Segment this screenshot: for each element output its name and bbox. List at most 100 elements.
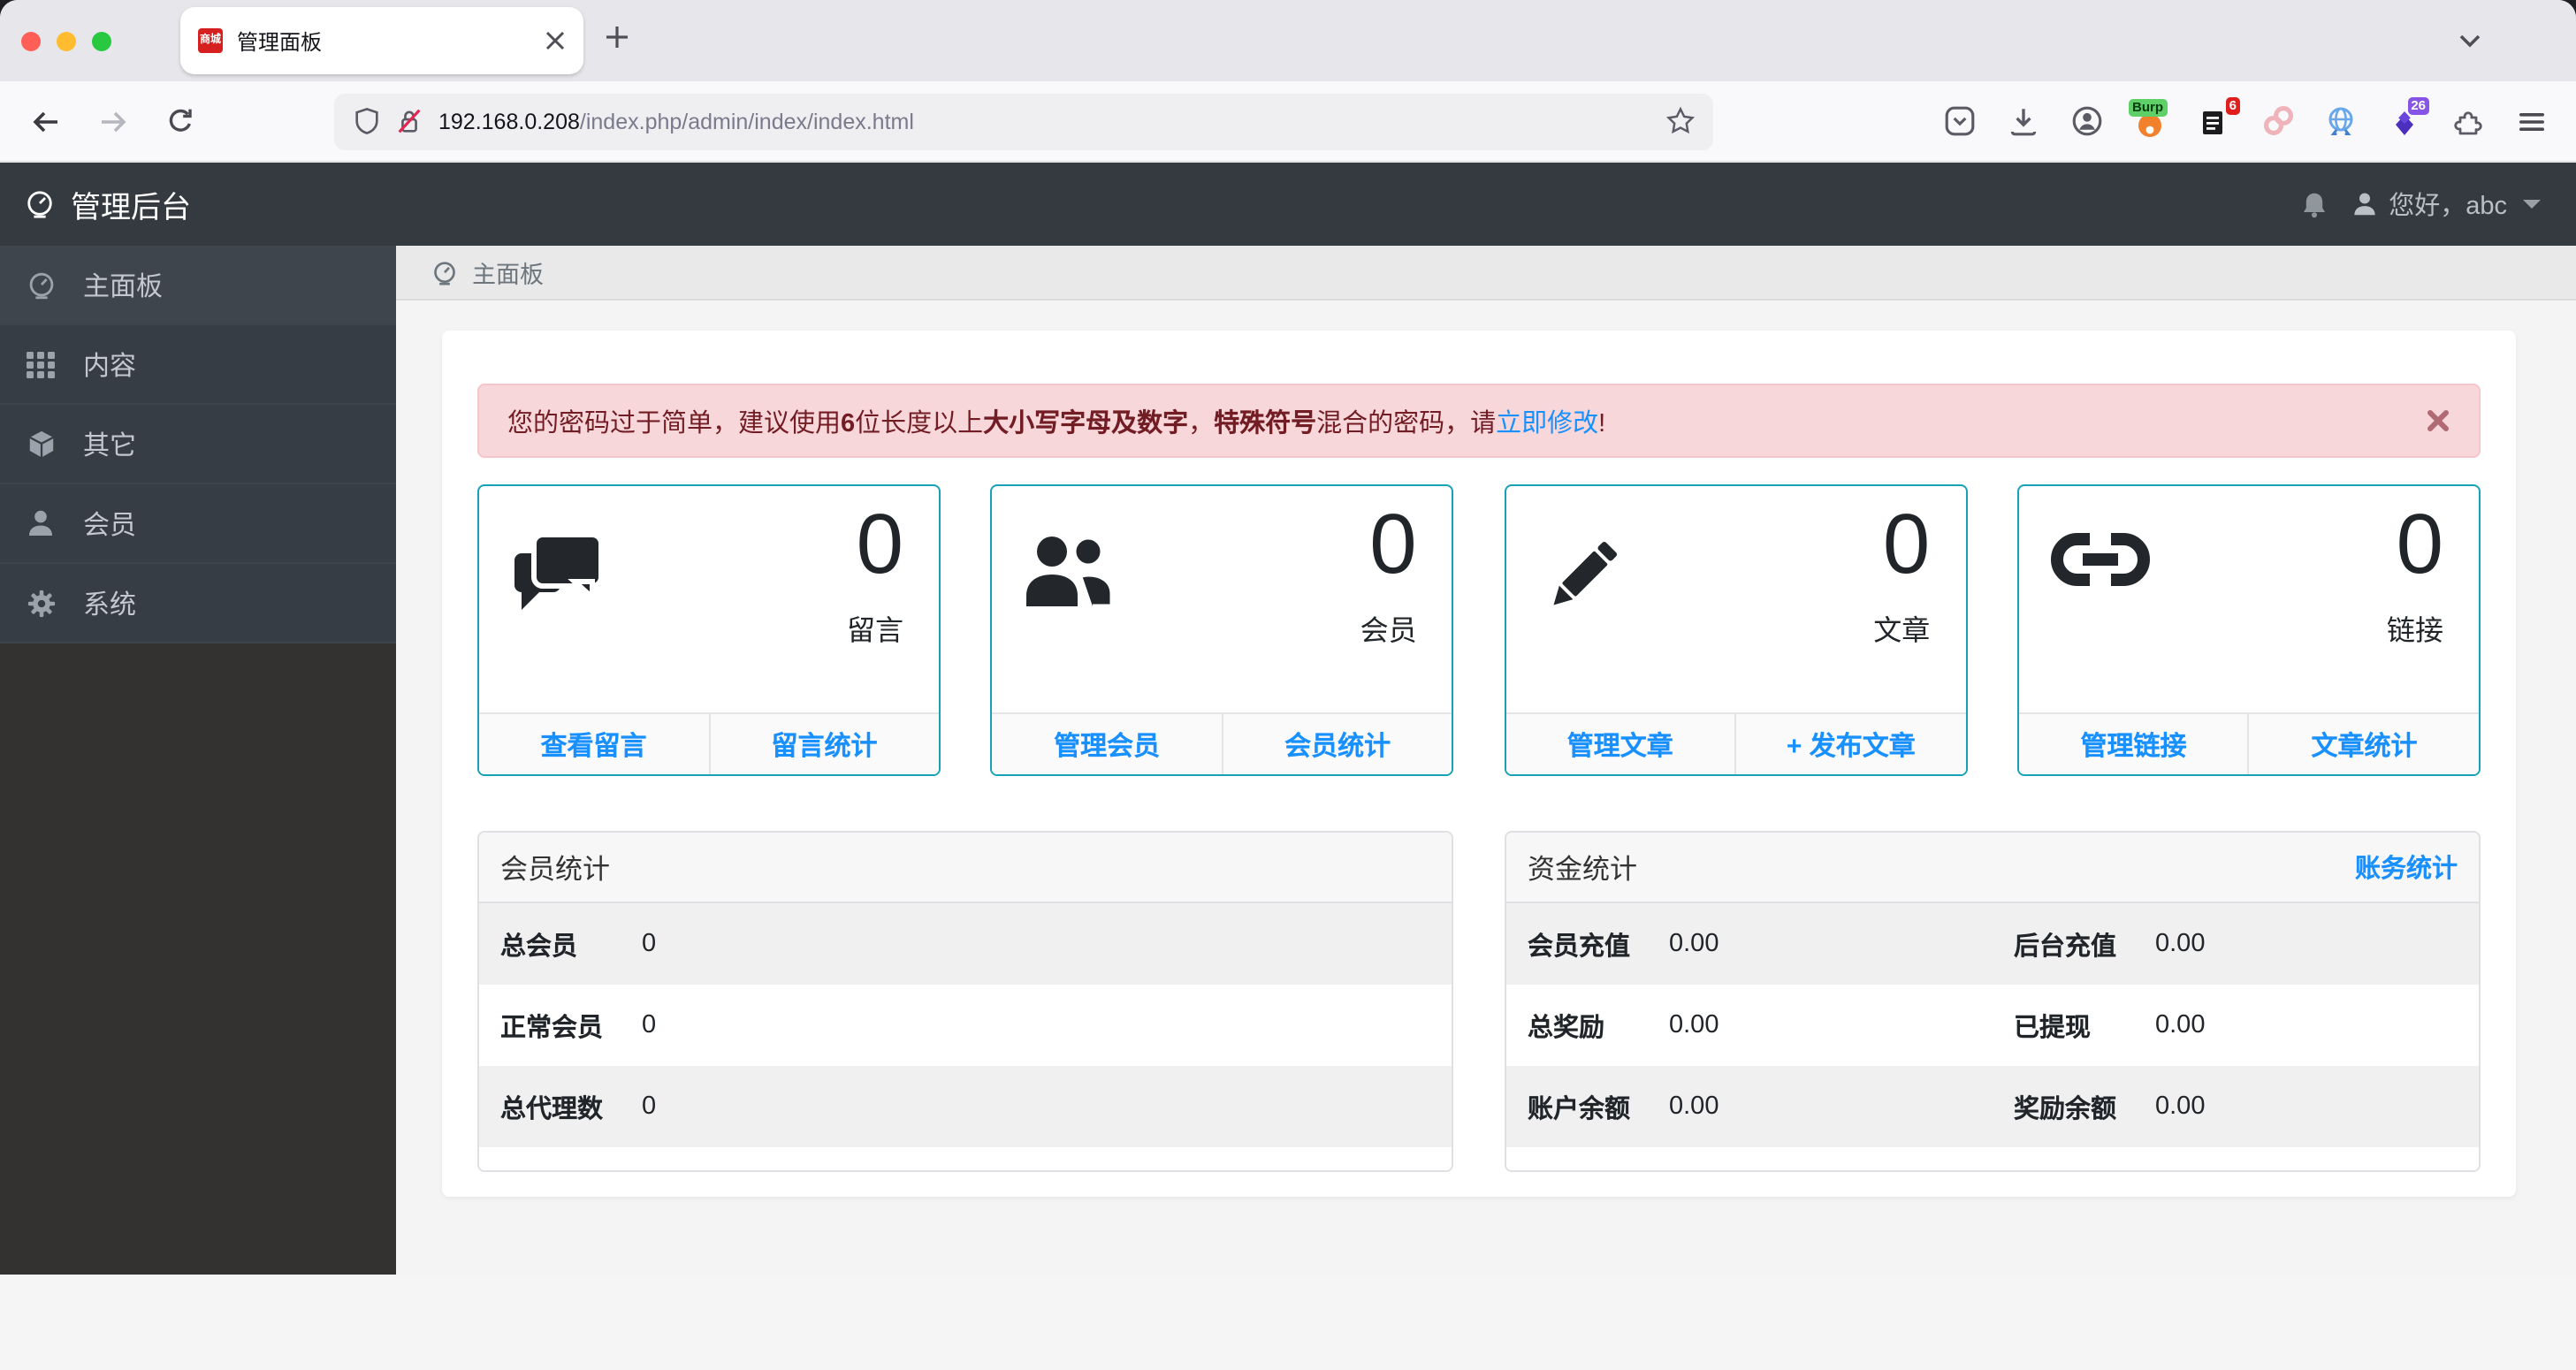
row-label: 总会员 xyxy=(500,932,577,961)
table-row: 总代理数 0 xyxy=(479,1066,1452,1147)
sidebar-item-label: 主面板 xyxy=(83,271,164,301)
row-value: 0.00 xyxy=(2155,1092,2206,1121)
insecure-lock-icon[interactable] xyxy=(394,106,424,136)
panel-header: 会员统计 xyxy=(479,833,1452,903)
comments-icon xyxy=(511,532,606,613)
row-label: 会员充值 xyxy=(1528,932,1630,961)
foxyproxy-burp-icon[interactable]: Burp xyxy=(2127,98,2173,141)
row-label: 后台充值 xyxy=(2014,932,2116,961)
stats-panels-row: 会员统计 总会员 0 正常会员 0 总代理数 0 资金统计 账务统计 会员充值 … xyxy=(477,831,2481,1172)
panel-title: 会员统计 xyxy=(500,855,611,885)
sidebar-item-label: 系统 xyxy=(83,590,137,620)
stat-value: 0 xyxy=(1369,499,1417,592)
user-icon xyxy=(25,509,57,537)
row-value: 0 xyxy=(642,1011,657,1039)
tachometer-icon xyxy=(431,259,458,285)
burp-extension-label: Burp xyxy=(2129,98,2167,116)
new-tab-button[interactable] xyxy=(601,21,633,53)
breadcrumb-label: 主面板 xyxy=(472,262,544,288)
sidebar-item-members[interactable]: 会员 xyxy=(0,484,396,564)
panel-filler xyxy=(479,1147,1452,1170)
stat-card-footer: 管理链接 文章统计 xyxy=(2018,712,2479,774)
sidebar-item-other[interactable]: 其它 xyxy=(0,405,396,484)
publish-article-link[interactable]: + 发布文章 xyxy=(1734,714,1965,774)
tab-close-icon[interactable] xyxy=(545,30,566,51)
stat-cards-row: 0 留言 查看留言 留言统计 0 会员 管理会员 会员统计 0 文章 管理文章 … xyxy=(477,484,2481,776)
member-stats-link[interactable]: 会员统计 xyxy=(1221,714,1452,774)
extensions-puzzle-icon[interactable] xyxy=(2445,102,2491,141)
table-row: 总会员 0 xyxy=(479,903,1452,985)
change-password-link[interactable]: 立即修改 xyxy=(1496,409,1598,438)
row-value: 0 xyxy=(642,930,657,958)
table-row: 总奖励 0.00 已提现 0.00 xyxy=(1506,985,2479,1066)
extension-doc-icon[interactable]: 6 xyxy=(2191,96,2240,141)
url-path: /index.php/admin/index/index.html xyxy=(579,109,914,133)
grid-icon xyxy=(25,350,57,378)
sidebar-item-label: 内容 xyxy=(83,351,137,381)
bell-icon[interactable] xyxy=(2300,190,2328,218)
manage-links-link[interactable]: 管理链接 xyxy=(2019,714,2248,774)
stat-card-footer: 管理会员 会员统计 xyxy=(992,712,1452,774)
sidebar-item-label: 会员 xyxy=(83,510,137,540)
tracking-shield-icon[interactable] xyxy=(352,106,382,136)
url-bar[interactable]: 192.168.0.208/index.php/admin/index/inde… xyxy=(334,93,1713,149)
brand[interactable]: 管理后台 xyxy=(25,182,191,226)
tab-list-chevron-icon[interactable] xyxy=(2454,25,2486,57)
sidebar-item-system[interactable]: 系统 xyxy=(0,564,396,643)
stat-label: 链接 xyxy=(2386,617,2443,647)
finance-stats-link[interactable]: 账务统计 xyxy=(2355,849,2458,886)
close-window-button[interactable] xyxy=(21,31,41,50)
article-stats-link[interactable]: 文章统计 xyxy=(2247,714,2479,774)
pocket-icon[interactable] xyxy=(1936,102,1982,141)
message-stats-link[interactable]: 留言统计 xyxy=(708,714,939,774)
downloads-icon[interactable] xyxy=(2000,102,2046,141)
row-label: 总代理数 xyxy=(500,1095,603,1123)
manage-members-link[interactable]: 管理会员 xyxy=(993,714,1222,774)
back-button[interactable] xyxy=(25,100,67,142)
cube-icon xyxy=(25,429,57,459)
row-value: 0.00 xyxy=(1669,930,1719,958)
navbar-right: 您好，abc xyxy=(2300,186,2551,223)
row-value: 0.00 xyxy=(1669,1011,1719,1039)
users-icon xyxy=(1025,532,1120,610)
sidebar-item-dashboard[interactable]: 主面板 xyxy=(0,246,396,325)
wappalyzer-gem-icon[interactable]: 26 xyxy=(2382,96,2429,141)
sidebar-item-label: 其它 xyxy=(83,430,137,460)
sidebar-item-content[interactable]: 内容 xyxy=(0,325,396,405)
bookmark-star-icon[interactable] xyxy=(1665,106,1696,136)
browser-window: 商城 管理面板 192.168.0.208/index.php/admin/in… xyxy=(0,0,2576,1370)
row-label: 总奖励 xyxy=(1528,1014,1604,1042)
link-icon xyxy=(2051,532,2150,589)
stat-card-links: 0 链接 管理链接 文章统计 xyxy=(2016,484,2481,776)
user-menu[interactable]: 您好，abc xyxy=(2351,186,2541,223)
proxy-globe-icon[interactable] xyxy=(2318,102,2364,141)
table-row: 账户余额 0.00 奖励余额 0.00 xyxy=(1506,1066,2479,1147)
menu-hamburger-icon[interactable] xyxy=(2509,102,2555,141)
stat-card-body: 0 链接 xyxy=(2019,486,2479,712)
manage-articles-link[interactable]: 管理文章 xyxy=(1505,714,1734,774)
extension-purple-badge: 26 xyxy=(2407,96,2429,114)
stat-card-messages: 0 留言 查看留言 留言统计 xyxy=(477,484,941,776)
admin-navbar: 管理后台 您好，abc xyxy=(0,163,2576,246)
fund-stats-panel: 资金统计 账务统计 会员充值 0.00 后台充值 0.00 总奖励 0.00 已提现 0… xyxy=(1505,831,2481,1172)
cookie-rings-icon[interactable] xyxy=(2254,102,2300,141)
browser-tab[interactable]: 商城 管理面板 xyxy=(180,7,583,74)
toolbar-extensions: Burp 6 26 xyxy=(1936,96,2555,141)
sidebar-filler xyxy=(0,643,396,1275)
forward-button[interactable] xyxy=(92,100,134,142)
row-value: 0.00 xyxy=(2155,930,2206,958)
stat-label: 留言 xyxy=(846,617,903,647)
member-stats-panel: 会员统计 总会员 0 正常会员 0 总代理数 0 xyxy=(477,831,1453,1172)
sidebar: 主面板 内容 其它 会员 系统 xyxy=(0,246,396,1275)
maximize-window-button[interactable] xyxy=(92,31,111,50)
account-icon[interactable] xyxy=(2063,102,2109,141)
reload-button[interactable] xyxy=(159,100,202,142)
traffic-lights xyxy=(21,31,111,50)
view-messages-link[interactable]: 查看留言 xyxy=(479,714,708,774)
minimize-window-button[interactable] xyxy=(57,31,76,50)
row-label: 账户余额 xyxy=(1528,1095,1630,1123)
table-row: 正常会员 0 xyxy=(479,985,1452,1066)
extension-red-badge: 6 xyxy=(2225,96,2240,114)
alert-close-icon[interactable] xyxy=(2426,408,2450,433)
panel-header: 资金统计 账务统计 xyxy=(1506,833,2479,903)
